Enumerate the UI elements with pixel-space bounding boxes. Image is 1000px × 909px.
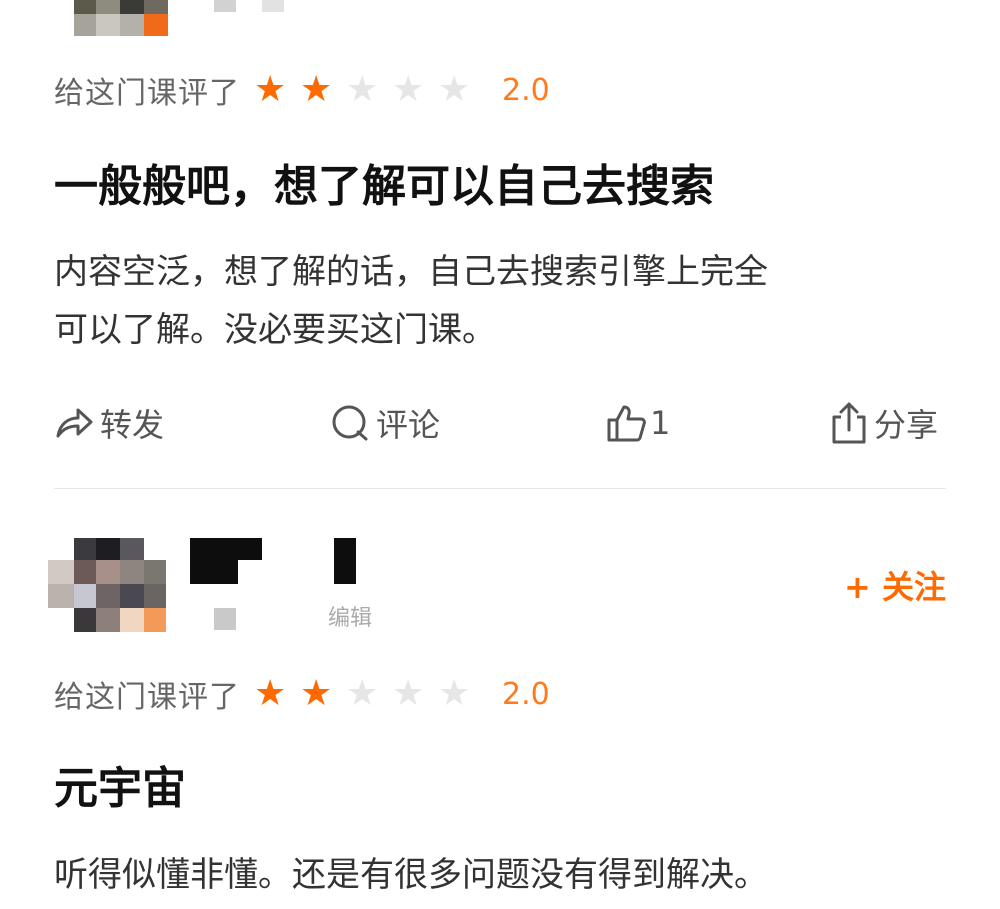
forward-icon: [54, 406, 94, 440]
forward-label: 转发: [100, 406, 165, 444]
rating-score: 2.0: [502, 676, 550, 712]
star-icon: ★: [300, 69, 333, 110]
star-icon: ★: [300, 673, 333, 714]
forward-button[interactable]: 转发: [54, 395, 164, 451]
like-button[interactable]: 1: [606, 395, 670, 451]
share-label: 分享: [874, 406, 939, 444]
star-icon: ★: [392, 69, 425, 110]
action-bar: 转发 评论 1 分享: [54, 395, 946, 451]
rating-score: 2.0: [502, 72, 550, 108]
review-title: 元宇宙: [54, 763, 186, 814]
share-icon: [830, 401, 868, 445]
star-rating: ★ ★ ★ ★ ★: [254, 72, 484, 108]
review-body: 内容空泛，想了解的话，自己去搜索引擎上完全 可以了解。没必要买这门课。: [54, 243, 954, 359]
star-rating: ★ ★ ★ ★ ★: [254, 676, 484, 712]
review-title: 一般般吧，想了解可以自己去搜索: [54, 161, 714, 212]
star-icon: ★: [438, 69, 471, 110]
edited-label: 编辑: [328, 606, 373, 631]
rating-row: 给这门课评了 ★ ★ ★ ★ ★ 2.0: [54, 672, 550, 716]
comment-icon: [330, 404, 370, 442]
star-icon: ★: [392, 673, 425, 714]
share-button[interactable]: 分享: [830, 395, 938, 451]
like-count: 1: [650, 404, 671, 442]
review-body: 听得似懂非懂。还是有很多问题没有得到解决。: [54, 846, 954, 904]
divider: [54, 488, 946, 489]
rating-row: 给这门课评了 ★ ★ ★ ★ ★ 2.0: [54, 68, 550, 112]
comment-button[interactable]: 评论: [330, 395, 440, 451]
rating-label: 给这门课评了: [54, 680, 240, 715]
review-body-line: 内容空泛，想了解的话，自己去搜索引擎上完全: [54, 252, 768, 292]
star-icon: ★: [346, 673, 379, 714]
star-icon: ★: [254, 673, 287, 714]
thumbs-up-icon: [606, 403, 648, 443]
star-icon: ★: [346, 69, 379, 110]
star-icon: ★: [438, 673, 471, 714]
follow-button[interactable]: + 关注: [844, 562, 946, 608]
review-body-line: 可以了解。没必要买这门课。: [54, 310, 496, 350]
rating-label: 给这门课评了: [54, 76, 240, 111]
comment-label: 评论: [376, 406, 441, 444]
star-icon: ★: [254, 69, 287, 110]
review-body-line: 听得似懂非懂。还是有很多问题没有得到解决。: [54, 855, 768, 895]
